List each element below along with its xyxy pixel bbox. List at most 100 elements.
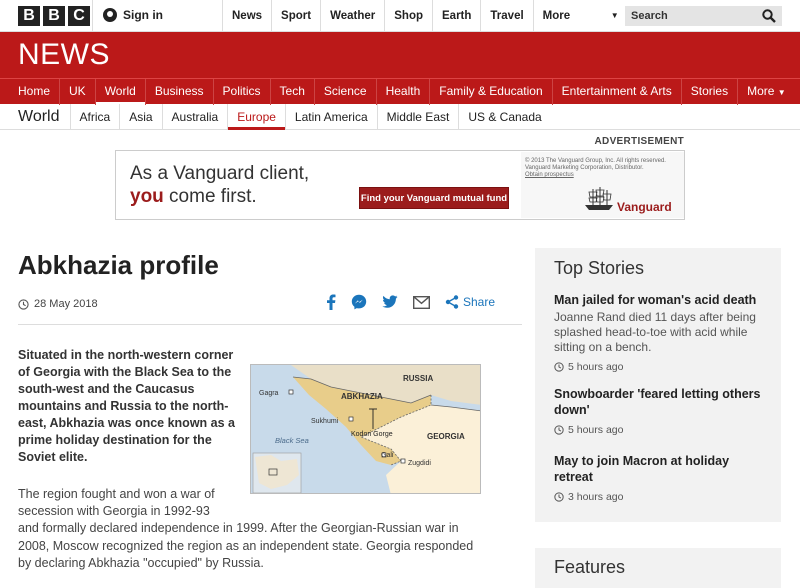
divider [18, 324, 522, 325]
nav-science[interactable]: Science [315, 79, 377, 105]
nav-stories[interactable]: Stories [682, 79, 739, 105]
sign-in-label: Sign in [123, 8, 163, 22]
bbc-logo[interactable]: B B C [18, 6, 90, 26]
top-nav-shop[interactable]: Shop [384, 0, 432, 32]
ad-fine-print: © 2013 The Vanguard Group, Inc. All righ… [525, 158, 666, 164]
nav-politics[interactable]: Politics [214, 79, 271, 105]
abkhazia-map: RUSSIA ABKHAZIA Gagra Sukhumi Kodori Gor… [250, 364, 481, 494]
story-headline[interactable]: Man jailed for woman's acid death [554, 292, 769, 308]
map-label-georgia: GEORGIA [427, 432, 465, 441]
twitter-icon[interactable] [382, 295, 398, 309]
top-stories-panel: Top Stories Man jailed for woman's acid … [535, 248, 781, 522]
features-title: Features [554, 557, 626, 577]
search-input[interactable] [625, 6, 755, 26]
ad-headline-rest: come first. [163, 186, 257, 207]
map-graphic: RUSSIA ABKHAZIA Gagra Sukhumi Kodori Gor… [251, 365, 480, 493]
story-time-text: 3 hours ago [568, 491, 624, 503]
ad-prospectus-link[interactable]: Obtain prospectus [525, 172, 574, 178]
story-time: 5 hours ago [554, 424, 769, 436]
map-label-abkhazia: ABKHAZIA [341, 392, 383, 401]
story-summary: Joanne Rand died 11 days after being spl… [554, 310, 756, 354]
story-time: 3 hours ago [554, 491, 769, 503]
map-label-gali: Gali [381, 452, 394, 459]
ad-headline-1: As a Vanguard client, [130, 163, 310, 184]
ship-icon [585, 187, 613, 210]
top-nav-more[interactable]: More ▼ [532, 0, 627, 32]
ad-side-panel: © 2013 The Vanguard Group, Inc. All righ… [521, 152, 684, 218]
bbc-logo-letter: B [18, 6, 40, 26]
nav-business[interactable]: Business [146, 79, 214, 105]
nav-tech[interactable]: Tech [271, 79, 315, 105]
main-nav-bar: Home UK World Business Politics Tech Sci… [0, 78, 800, 105]
subnav-us-canada[interactable]: US & Canada [458, 103, 550, 130]
article-paragraph: The region fought and won a war of seces… [18, 487, 215, 518]
nav-uk[interactable]: UK [60, 79, 96, 105]
clock-icon [18, 298, 29, 310]
bbc-top-bar: B B C Sign in News Sport Weather Shop Ea… [0, 0, 800, 32]
article-date-text: 28 May 2018 [34, 298, 98, 310]
story-time: 5 hours ago [554, 361, 769, 373]
subnav-middle-east[interactable]: Middle East [376, 103, 459, 130]
nav-world[interactable]: World [95, 79, 146, 105]
article-lede: Situated in the north-western corner of … [18, 348, 235, 464]
share-icon [445, 295, 459, 309]
bbc-logo-letter: C [68, 6, 90, 26]
story-time-text: 5 hours ago [568, 361, 624, 373]
section-title: World [18, 107, 60, 125]
story-headline[interactable]: Snowboarder 'feared letting others down' [554, 386, 769, 418]
top-nav-news[interactable]: News [222, 0, 271, 32]
share-button[interactable]: Share [445, 295, 495, 309]
features-panel: Features [535, 548, 781, 588]
subnav-europe[interactable]: Europe [227, 103, 285, 130]
caret-down-icon: ▼ [610, 11, 619, 20]
ad-headline-emphasis: you [130, 186, 164, 207]
top-nav-earth[interactable]: Earth [432, 0, 480, 32]
caret-down-icon: ▼ [777, 88, 786, 97]
story-item[interactable]: Man jailed for woman's acid death Joanne… [554, 292, 769, 373]
top-nav-sport[interactable]: Sport [271, 0, 320, 32]
story-item[interactable]: May to join Macron at holiday retreat 3 … [554, 453, 769, 503]
subnav-africa[interactable]: Africa [69, 103, 120, 130]
story-time-text: 5 hours ago [568, 424, 624, 436]
clock-icon [554, 425, 564, 435]
ad-headline-2: you come first. [130, 186, 257, 208]
top-nav-weather[interactable]: Weather [320, 0, 384, 32]
main-nav: Home UK World Business Politics Tech Sci… [0, 79, 800, 105]
news-header: NEWS [0, 32, 800, 78]
story-item[interactable]: Snowboarder 'feared letting others down'… [554, 386, 769, 436]
vanguard-logo: Vanguard [617, 200, 672, 214]
story-headline[interactable]: May to join Macron at holiday retreat [554, 453, 769, 485]
share-label: Share [463, 295, 496, 309]
share-tools: Share [326, 294, 495, 310]
messenger-icon[interactable] [351, 294, 367, 310]
nav-health[interactable]: Health [377, 79, 431, 105]
top-nav-more-label: More [542, 10, 571, 22]
clock-icon [554, 362, 564, 372]
user-icon [103, 8, 117, 22]
nav-more[interactable]: More ▼ [738, 79, 795, 105]
world-sub-nav: World Africa Asia Australia Europe Latin… [0, 103, 800, 130]
facebook-icon[interactable] [326, 294, 336, 310]
top-nav-travel[interactable]: Travel [480, 0, 532, 32]
map-label-black-sea: Black Sea [275, 436, 309, 445]
subnav-latin-america[interactable]: Latin America [284, 103, 377, 130]
vanguard-ad[interactable]: As a Vanguard client, you come first. Fi… [115, 150, 685, 220]
map-label-kodori: Kodori Gorge [351, 431, 393, 438]
ad-cta-button[interactable]: Find your Vanguard mutual fund [359, 187, 509, 209]
subnav-australia[interactable]: Australia [161, 103, 228, 130]
article-paragraph: and formally declared independence in 19… [18, 521, 474, 570]
nav-home[interactable]: Home [9, 79, 61, 105]
news-logo[interactable]: NEWS [18, 38, 110, 72]
nav-family-education[interactable]: Family & Education [430, 79, 553, 105]
subnav-asia[interactable]: Asia [119, 103, 161, 130]
email-icon[interactable] [413, 295, 430, 309]
ad-fine-print: Vanguard Marketing Corporation, Distribu… [525, 165, 644, 171]
bbc-logo-letter: B [43, 6, 65, 26]
nav-entertainment-arts[interactable]: Entertainment & Arts [553, 79, 682, 105]
nav-more-label: More [747, 84, 775, 98]
top-stories-title: Top Stories [554, 258, 645, 278]
clock-icon [554, 492, 564, 502]
search-icon[interactable] [762, 9, 776, 23]
sign-in-link[interactable]: Sign in [103, 8, 163, 22]
map-label-sukhumi: Sukhumi [311, 418, 339, 425]
